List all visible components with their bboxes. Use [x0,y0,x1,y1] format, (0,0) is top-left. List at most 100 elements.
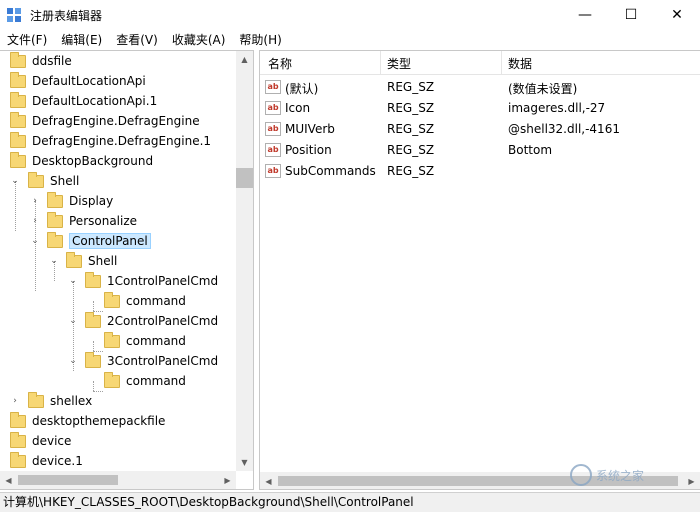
folder-icon [28,171,44,188]
chevron-right-icon[interactable]: › [30,196,40,206]
folder-icon [47,231,63,248]
tree-item-label: DesktopBackground [32,154,154,168]
folder-icon [47,191,63,208]
registry-tree[interactable]: ddsfile DefaultLocationApi DefaultLocati… [0,50,254,490]
column-header-data[interactable]: 数据 [508,55,532,72]
maximize-icon: ☐ [624,7,638,23]
scroll-left-icon[interactable]: ◀ [260,473,277,489]
tree-item[interactable]: DefragEngine.DefragEngine.1 [10,131,211,151]
column-header-name[interactable]: 名称 [268,55,292,72]
tree-item-label: Shell [88,254,118,268]
list-row[interactable]: ab Position REG_SZ Bottom [260,140,700,161]
tree-item[interactable]: device.1 [10,451,83,471]
tree-item-label: 1ControlPanelCmd [107,274,219,288]
menu-bar: 文件(F) 编辑(E) 查看(V) 收藏夹(A) 帮助(H) [0,30,700,50]
list-row[interactable]: ab MUIVerb REG_SZ @shell32.dll,-4161 [260,119,700,140]
tree-item[interactable]: Shell [66,251,117,271]
menu-file[interactable]: 文件(F) [0,30,54,50]
tree-item[interactable]: Personalize [47,211,137,231]
tree-item-label: command [126,374,186,388]
tree-item[interactable]: command [104,291,186,311]
values-list[interactable]: 名称 类型 数据 ab (默认) REG_SZ (数值未设置) ab Icon … [259,50,700,490]
folder-icon [10,411,26,428]
tree-item[interactable]: 3ControlPanelCmd [85,351,218,371]
tree-item-label: ddsfile [32,54,72,68]
scroll-left-icon[interactable]: ◀ [0,472,17,489]
tree-item-selected[interactable]: ControlPanel [47,231,151,251]
value-type: REG_SZ [387,164,435,178]
tree-item[interactable]: 2ControlPanelCmd [85,311,218,331]
tree-item[interactable]: Display [47,191,113,211]
folder-icon [66,251,82,268]
watermark: 系统之家 [570,462,695,488]
watermark-text: 系统之家 [596,468,645,483]
folder-icon [85,271,101,288]
minimize-button[interactable]: — [562,0,608,30]
tree-guide [93,341,94,351]
tree-horizontal-scroll-thumb[interactable] [18,475,118,485]
tree-item[interactable]: DefaultLocationApi [10,71,146,91]
tree-guide [15,181,16,231]
value-data: (数值未设置) [508,82,578,96]
chevron-down-icon[interactable]: ⌄ [49,256,59,266]
regedit-app-icon [7,8,21,22]
string-value-icon: ab [265,143,281,157]
column-divider[interactable] [380,51,381,75]
window-title: 注册表编辑器 [30,9,103,23]
tree-guide [35,201,36,291]
chevron-down-icon[interactable]: ⌄ [30,236,40,246]
list-row[interactable]: ab SubCommands REG_SZ [260,161,700,182]
tree-item[interactable]: command [104,371,186,391]
value-name: Position [285,143,332,157]
chevron-right-icon[interactable]: › [30,216,40,226]
scroll-right-icon[interactable]: ▶ [219,472,236,489]
tree-item[interactable]: shellex [28,391,92,411]
tree-item[interactable]: desktopthemepackfile [10,411,165,431]
tree-vertical-scrollbar[interactable] [236,51,253,471]
tree-item-label: Personalize [69,214,138,228]
tree-item[interactable]: DefaultLocationApi.1 [10,91,157,111]
watermark-logo-icon [570,464,592,486]
list-row[interactable]: ab Icon REG_SZ imageres.dll,-27 [260,98,700,119]
column-divider[interactable] [501,51,502,75]
chevron-down-icon[interactable]: ⌄ [10,176,20,186]
tree-item-label: desktopthemepackfile [32,414,166,428]
tree-item-label: 3ControlPanelCmd [107,354,219,368]
list-row[interactable]: ab (默认) REG_SZ (数值未设置) [260,77,700,98]
menu-edit[interactable]: 编辑(E) [54,30,109,50]
tree-item[interactable]: DesktopBackground [10,151,153,171]
chevron-right-icon[interactable]: › [10,396,20,406]
chevron-down-icon[interactable]: ⌄ [68,356,78,366]
tree-item-label: command [126,294,186,308]
tree-item[interactable]: ddsfile [10,51,72,71]
chevron-down-icon[interactable]: ⌄ [68,316,78,326]
tree-guide [93,301,94,311]
close-button[interactable]: ✕ [654,0,700,30]
menu-view[interactable]: 查看(V) [109,30,165,50]
menu-help[interactable]: 帮助(H) [232,30,288,50]
tree-item[interactable]: 1ControlPanelCmd [85,271,218,291]
scroll-up-icon[interactable]: ▲ [236,51,253,68]
value-type: REG_SZ [387,122,435,136]
folder-icon [10,71,26,88]
folder-icon [10,431,26,448]
chevron-down-icon[interactable]: ⌄ [68,276,78,286]
tree-item[interactable]: Shell [28,171,79,191]
tree-item-label: DefragEngine.DefragEngine.1 [32,134,212,148]
value-type: REG_SZ [387,143,435,157]
tree-item[interactable]: device [10,431,71,451]
maximize-button[interactable]: ☐ [608,0,654,30]
value-data: @shell32.dll,-4161 [508,122,620,136]
string-value-icon: ab [265,80,281,94]
tree-vertical-scroll-thumb[interactable] [236,168,253,188]
column-header-type[interactable]: 类型 [387,55,411,72]
tree-item-label: DefaultLocationApi.1 [32,94,158,108]
menu-favorites[interactable]: 收藏夹(A) [165,30,233,50]
string-value-icon: ab [265,101,281,115]
value-type: REG_SZ [387,101,435,115]
scroll-down-icon[interactable]: ▼ [236,454,253,471]
tree-item[interactable]: DefragEngine.DefragEngine [10,111,200,131]
tree-item[interactable]: command [104,331,186,351]
minimize-icon: — [578,7,592,23]
close-icon: ✕ [671,7,683,23]
